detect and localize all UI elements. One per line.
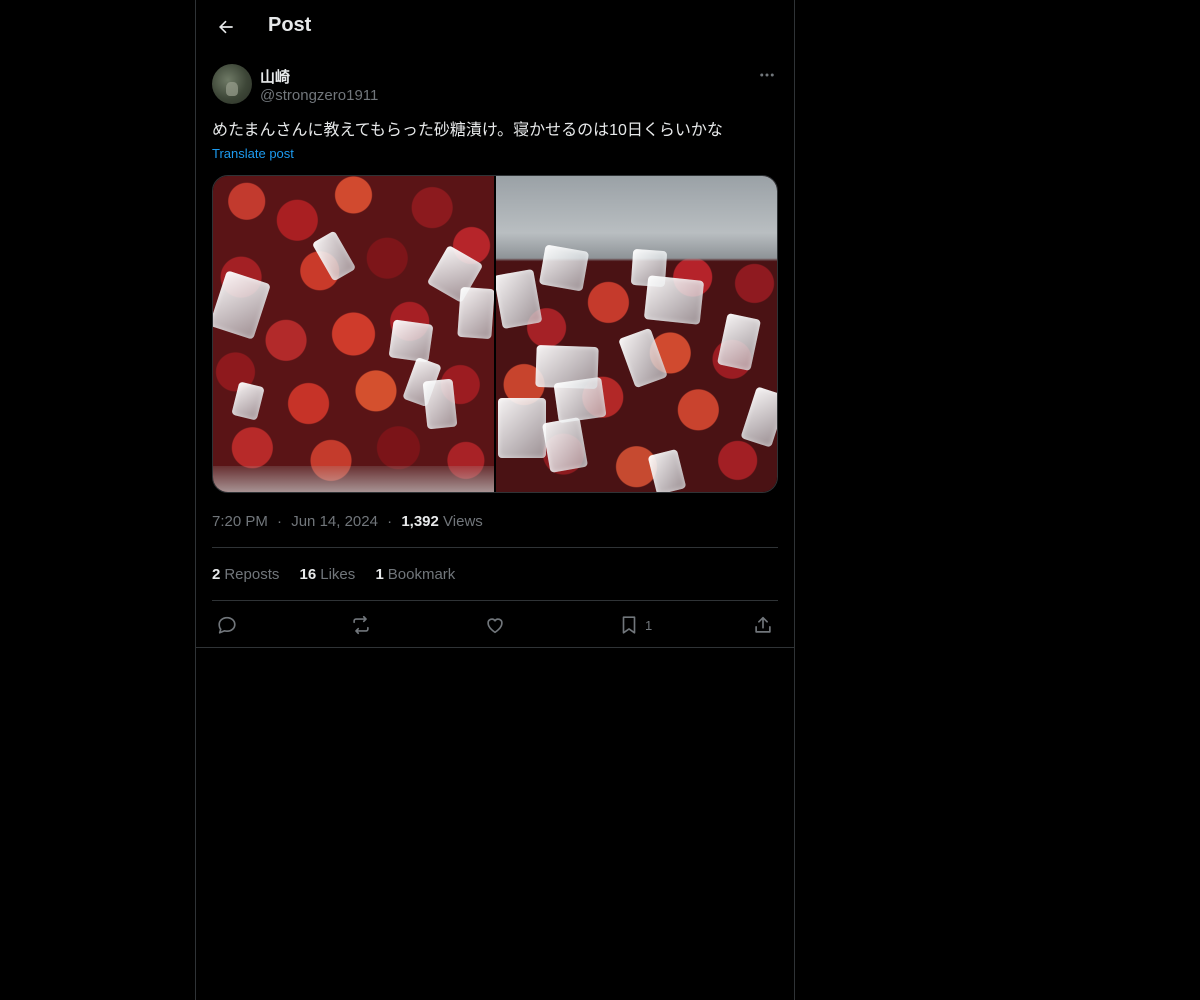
author-handle[interactable]: @strongzero1911 [260, 87, 378, 104]
timestamp-separator: · [277, 513, 283, 530]
reposts-count: 2 [212, 566, 221, 583]
post-timestamp-row: 7:20 PM · Jun 14, 2024 · 1,392 Views [212, 513, 483, 530]
likes-stat[interactable]: 16 Likes [300, 566, 356, 583]
sugar-crystal [647, 448, 687, 492]
views-label: Views [443, 513, 483, 530]
bookmark-icon [622, 616, 636, 634]
post-bottom-border [196, 647, 794, 648]
sugar-crystal [716, 313, 762, 371]
reposts-stat[interactable]: 2 Reposts [212, 566, 279, 583]
sugar-crystal [538, 244, 590, 292]
container-rim [213, 466, 494, 492]
sugar-crystal [618, 327, 668, 389]
likes-label: Likes [320, 566, 356, 583]
media-photo-2[interactable] [496, 176, 777, 492]
sugar-crystal [553, 376, 607, 424]
post-time[interactable]: 7:20 PM [212, 513, 268, 530]
avatar[interactable] [212, 64, 252, 104]
bookmark-button[interactable]: 1 [618, 612, 652, 638]
more-horizontal-icon [760, 73, 774, 77]
like-button[interactable] [484, 612, 506, 638]
media-grid [212, 175, 778, 493]
views-count: 1,392 [401, 513, 439, 530]
sugar-crystal [311, 230, 357, 282]
media-photo-1[interactable] [213, 176, 494, 492]
more-options-button[interactable] [756, 64, 778, 86]
repost-button[interactable] [350, 612, 372, 638]
author-display-name[interactable]: 山崎 [260, 66, 290, 87]
sugar-crystal [231, 381, 265, 421]
sugar-crystal [213, 270, 271, 340]
divider [212, 547, 778, 548]
bookmarks-label: Bookmark [387, 566, 456, 583]
post-date[interactable]: Jun 14, 2024 [291, 513, 378, 530]
bookmarks-stat[interactable]: 1 Bookmark [375, 566, 455, 583]
page-header: Post [196, 0, 794, 54]
reply-button[interactable] [216, 612, 238, 638]
post-text: めたまんさんに教えてもらった砂糖漬け。寝かせるのは10日くらいかな [212, 122, 723, 139]
sugar-crystal [457, 286, 494, 340]
reply-icon [218, 616, 236, 634]
likes-count: 16 [299, 566, 317, 583]
sugar-crystal [496, 268, 543, 330]
bookmark-count: 1 [645, 617, 653, 633]
timestamp-separator: · [387, 513, 393, 530]
sugar-crystal [498, 398, 546, 458]
page-title: Post [268, 14, 312, 36]
heart-icon [487, 618, 503, 634]
back-button[interactable] [208, 9, 244, 45]
post-stats-row: 2 Reposts 16 Likes 1 Bookmark [212, 566, 471, 583]
bookmarks-count: 1 [375, 566, 384, 583]
primary-column: Post 山崎 @strongzero1911 めたまんさんに教えてもらった砂糖… [195, 0, 795, 1000]
sugar-crystal [740, 386, 777, 448]
share-button[interactable] [752, 612, 774, 638]
sugar-crystal [541, 417, 589, 473]
post-actions-bar: 1 [212, 612, 778, 638]
divider [212, 600, 778, 601]
sugar-crystal [422, 378, 458, 430]
share-icon [755, 616, 771, 633]
reposts-label: Reposts [224, 566, 280, 583]
sugar-crystal [388, 319, 434, 363]
sugar-crystal [643, 275, 705, 325]
repost-icon [353, 615, 369, 635]
arrow-left-icon [219, 20, 233, 34]
translate-post-link[interactable]: Translate post [212, 146, 294, 161]
